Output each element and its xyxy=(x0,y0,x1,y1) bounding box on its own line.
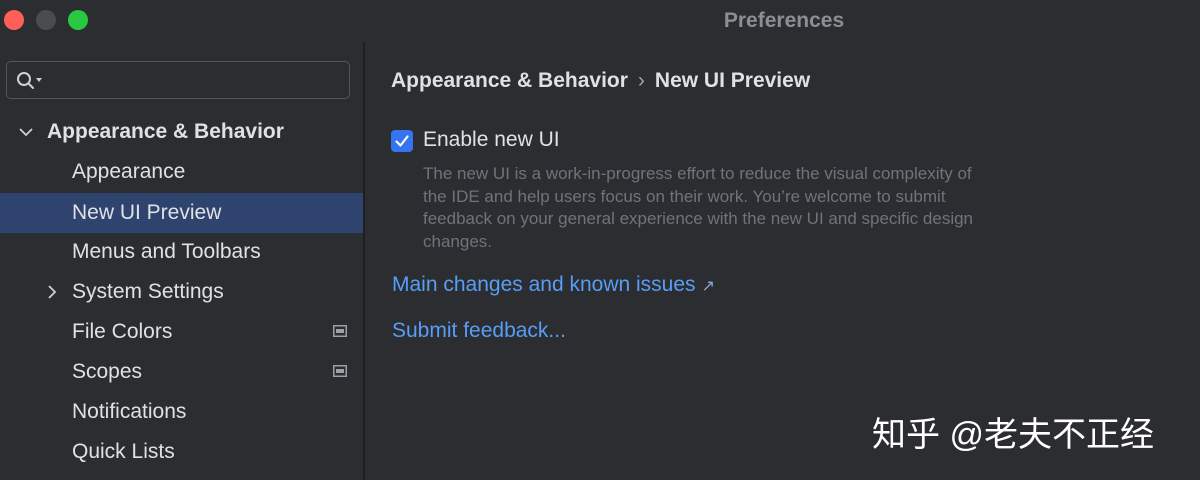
title-bar: Preferences xyxy=(0,0,1200,42)
tree-item-new-ui-preview[interactable]: New UI Preview xyxy=(0,193,363,233)
tree-item-appearance-behavior[interactable]: Appearance & Behavior xyxy=(0,112,363,152)
project-level-icon xyxy=(333,365,347,377)
breadcrumb: Appearance & Behavior › New UI Preview xyxy=(391,69,810,93)
tree-item-label: Appearance xyxy=(72,160,186,183)
project-level-icon xyxy=(333,325,347,337)
chevron-down-icon xyxy=(19,128,33,137)
tree-item-label: Appearance & Behavior xyxy=(47,120,284,143)
main-changes-link-text[interactable]: Main changes and known issues xyxy=(392,273,696,296)
enable-new-ui-checkbox[interactable] xyxy=(391,130,413,152)
window-title: Preferences xyxy=(723,9,845,32)
search-options-dropdown-icon xyxy=(36,78,42,82)
checkmark-icon xyxy=(395,135,409,147)
tree-item-label: System Settings xyxy=(72,280,224,303)
settings-search-input[interactable] xyxy=(6,61,350,99)
settings-sidebar: Appearance & Behavior Appearance New UI … xyxy=(0,42,363,480)
chevron-right-icon[interactable] xyxy=(44,284,60,300)
main-changes-link[interactable]: Main changes and known issues ↗ xyxy=(392,273,715,297)
search-icon xyxy=(17,72,42,89)
tree-item-label: Notifications xyxy=(72,400,187,423)
tree-item-quick-lists[interactable]: Quick Lists xyxy=(0,432,363,472)
breadcrumb-current: New UI Preview xyxy=(654,69,811,92)
tree-item-appearance[interactable]: Appearance xyxy=(0,152,363,192)
tree-item-menus-toolbars[interactable]: Menus and Toolbars xyxy=(0,232,363,272)
tree-item-label: Menus and Toolbars xyxy=(72,240,261,263)
submit-feedback-link[interactable]: Submit feedback... xyxy=(392,319,566,343)
tree-item-label: Quick Lists xyxy=(72,440,175,463)
tree-item-label: File Colors xyxy=(72,320,173,343)
tree-item-file-colors[interactable]: File Colors xyxy=(0,312,363,352)
tree-item-scopes[interactable]: Scopes xyxy=(0,352,363,392)
external-link-icon: ↗ xyxy=(701,278,715,295)
breadcrumb-parent[interactable]: Appearance & Behavior xyxy=(391,69,628,92)
tree-item-system-settings[interactable]: System Settings xyxy=(0,272,363,312)
breadcrumb-separator: › xyxy=(637,69,645,92)
tree-item-label: Scopes xyxy=(72,360,143,383)
watermark: 知乎 @老夫不正经 xyxy=(872,416,1154,454)
tree-item-notifications[interactable]: Notifications xyxy=(0,392,363,432)
new-ui-description: The new UI is a work-in-progress effort … xyxy=(423,164,974,251)
enable-new-ui-label[interactable]: Enable new UI xyxy=(423,128,560,152)
tree-item-label: New UI Preview xyxy=(72,201,222,224)
